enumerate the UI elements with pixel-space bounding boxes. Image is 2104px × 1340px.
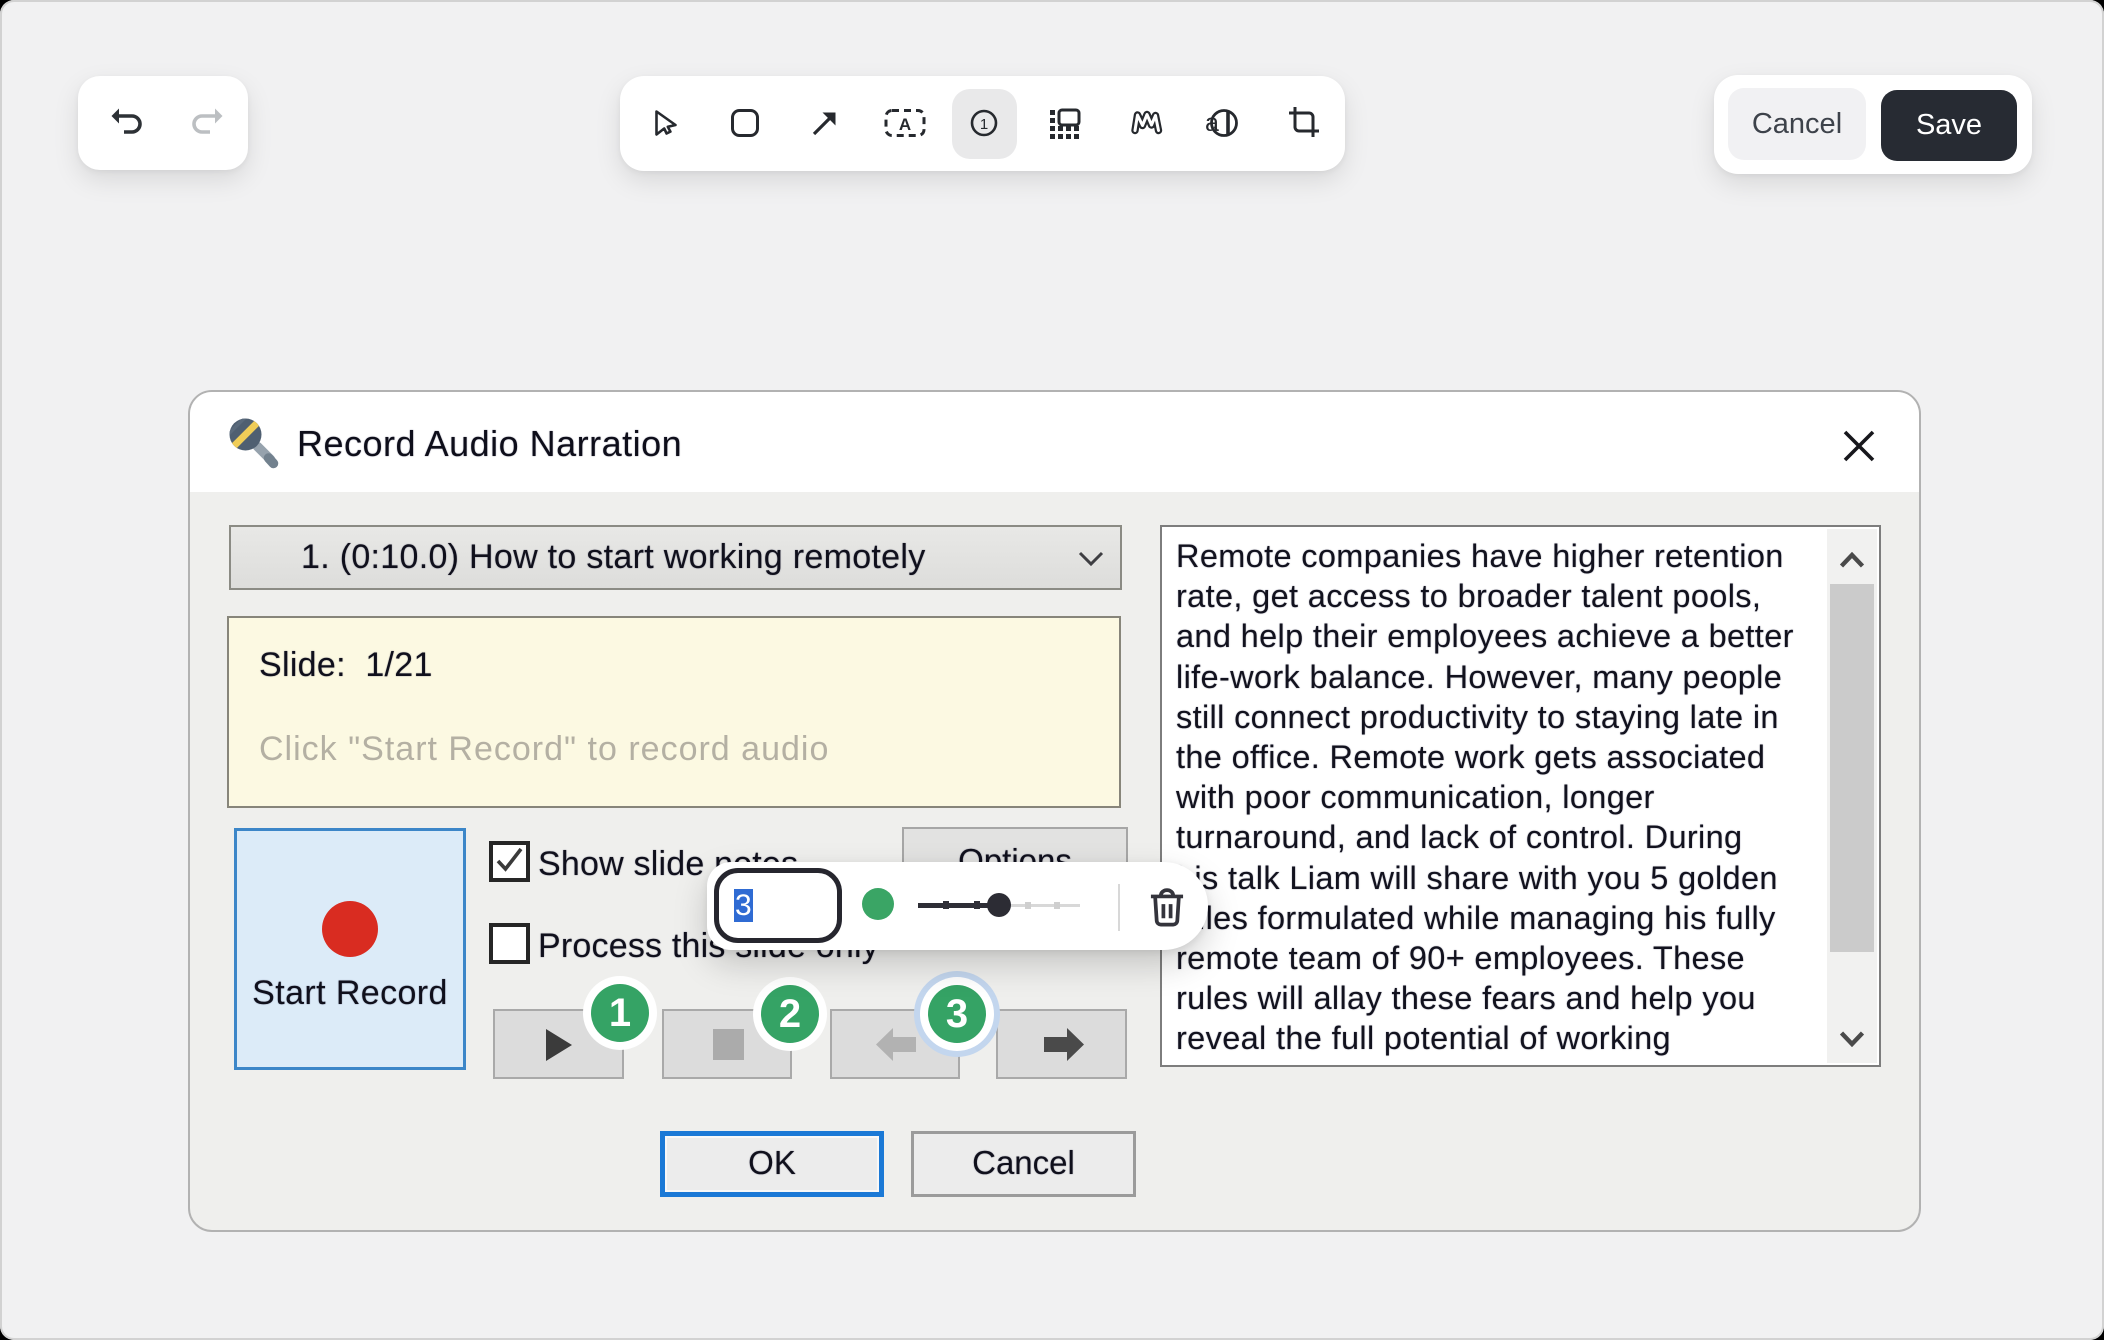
svg-text:1: 1 [980,116,988,133]
svg-text:A: A [899,115,911,134]
